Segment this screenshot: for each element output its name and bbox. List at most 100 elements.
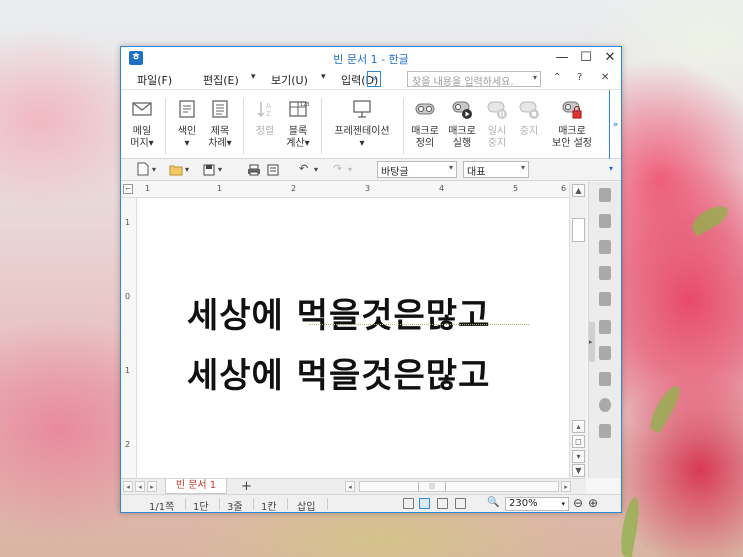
panel-chat-icon[interactable] [599, 398, 611, 412]
page-width-icon[interactable] [455, 498, 466, 509]
tab-document-1[interactable]: 빈 문서 1 [165, 479, 227, 494]
ruler-corner-icon[interactable]: ⌐ [123, 184, 133, 194]
svg-text:Z: Z [266, 110, 271, 118]
vertical-scrollbar[interactable]: ▲ ▴ ◻ ▾ ▼ [569, 182, 586, 478]
search-input[interactable]: 찾을 내용을 입력하세요. ▾ [407, 71, 541, 88]
panel-bag-icon[interactable] [599, 292, 611, 306]
print-preview-icon[interactable] [267, 164, 279, 176]
scroll-down-icon[interactable]: ▼ [572, 464, 585, 477]
index-label-2: ▾ [184, 138, 190, 149]
new-document-dropdown-icon[interactable]: ▾ [152, 165, 156, 174]
fit-page-icon[interactable] [403, 498, 414, 509]
menu-edit[interactable]: 편집(E) [203, 72, 239, 88]
document-page[interactable] [141, 204, 566, 478]
toc-button[interactable]: 제목 차례▾ [205, 98, 235, 150]
font-dropdown-icon[interactable]: ▾ [521, 163, 525, 172]
ruler-mark: 2 [125, 440, 131, 449]
ruler-mark: 0 [125, 292, 131, 301]
panel-list-icon[interactable] [599, 214, 611, 228]
vertical-ruler[interactable]: 1 0 1 2 [121, 198, 137, 478]
undo-icon[interactable]: ↶ [299, 162, 308, 175]
panel-clip-icon[interactable] [599, 424, 611, 438]
panel-text-icon[interactable] [599, 346, 611, 360]
macro-stop-button[interactable]: 중지 [515, 98, 543, 138]
menu-view-dropdown-icon[interactable]: ▾ [321, 72, 326, 82]
help-icon[interactable]: ? [577, 72, 582, 83]
horizontal-ruler[interactable]: ⌐ 1 1 2 3 4 5 6 [121, 182, 586, 198]
status-insert-mode[interactable]: 삽입 [297, 498, 315, 513]
panel-play-icon[interactable] [599, 320, 611, 334]
ribbon-collapse-icon[interactable]: ⌃ [553, 72, 561, 83]
save-icon[interactable] [203, 164, 215, 176]
next-page-icon[interactable]: ▾ [572, 450, 585, 463]
scroll-up-icon[interactable]: ▲ [572, 184, 585, 197]
scroll-thumb[interactable] [572, 218, 585, 242]
sort-button[interactable]: AZ 정렬 [251, 98, 279, 138]
save-dropdown-icon[interactable]: ▾ [218, 165, 222, 174]
single-page-view-icon[interactable] [419, 498, 430, 509]
minimize-button[interactable]: — [551, 49, 573, 67]
maximize-button[interactable]: ☐ [575, 49, 597, 67]
hscroll-left-icon[interactable]: ◂ [345, 481, 355, 492]
add-tab-button[interactable]: + [241, 479, 252, 494]
print-icon[interactable] [247, 164, 261, 176]
menu-view[interactable]: 보기(U) [271, 72, 308, 88]
menu-more-button[interactable]: » [367, 71, 381, 87]
status-page[interactable]: 1/1쪽 [149, 498, 174, 513]
open-folder-icon[interactable] [169, 164, 183, 176]
redo-dropdown-icon[interactable]: ▾ [348, 165, 352, 174]
panel-flash-icon[interactable] [599, 240, 611, 254]
hscroll-right-icon[interactable]: ▸ [561, 481, 571, 492]
panel-document-icon[interactable] [599, 188, 611, 202]
ruler-mark: 1 [125, 366, 131, 375]
style-dropdown-icon[interactable]: ▾ [449, 163, 453, 172]
macro-run-button[interactable]: 매크로 실행 [445, 98, 479, 150]
zoom-search-icon[interactable]: 🔍 [487, 497, 499, 508]
open-dropdown-icon[interactable]: ▾ [185, 165, 189, 174]
panel-book-icon[interactable] [599, 372, 611, 386]
zoom-out-icon[interactable]: ⊖ [573, 496, 583, 510]
prev-page-icon[interactable]: ▴ [572, 420, 585, 433]
block-calc-button[interactable]: 123 블록 계산▾ [283, 98, 313, 150]
toolbar-options-icon[interactable]: ▾ [609, 164, 613, 173]
undo-dropdown-icon[interactable]: ▾ [314, 165, 318, 174]
panel-page-icon[interactable] [599, 266, 611, 280]
tab-next-icon[interactable]: ▸ [147, 481, 157, 492]
title-bar[interactable]: ㅎ 빈 문서 1 - 한글 — ☐ ✕ [121, 47, 621, 69]
presentation-button[interactable]: 프레젠테이션 ▾ [327, 98, 397, 150]
hscroll-thumb[interactable]: ||| [418, 482, 446, 491]
redo-icon[interactable]: ↷ [333, 162, 342, 175]
ribbon-expand-toggle[interactable]: » [609, 90, 621, 160]
zoom-in-icon[interactable]: ⊕ [588, 496, 598, 510]
macro-pause-button[interactable]: 일시 중지 [483, 98, 511, 150]
menu-file[interactable]: 파일(F) [137, 72, 172, 88]
macro-security-button[interactable]: 매크로 보안 설정 [547, 98, 597, 150]
two-page-view-icon[interactable] [437, 498, 448, 509]
ribbon-divider [165, 98, 166, 154]
document-close-icon[interactable]: ✕ [601, 72, 609, 83]
tab-first-icon[interactable]: ◂ [123, 481, 133, 492]
document-text-line[interactable]: 세상에 먹을것은많고 [187, 348, 490, 397]
document-text-line[interactable]: 세상에 먹을것은많고 [187, 288, 490, 337]
panel-collapse-icon[interactable]: ▸ [589, 322, 595, 362]
search-dropdown-icon[interactable]: ▾ [533, 73, 537, 82]
horizontal-scrollbar[interactable]: ||| [359, 481, 559, 492]
close-button[interactable]: ✕ [599, 49, 621, 67]
mail-merge-button[interactable]: 메일 머지▾ [127, 98, 157, 150]
status-divider [185, 498, 186, 510]
style-select[interactable]: 바탕글 ▾ [377, 161, 457, 178]
font-select[interactable]: 대표 ▾ [463, 161, 529, 178]
font-value: 대표 [467, 167, 486, 178]
macro-define-button[interactable]: 매크로 정의 [409, 98, 441, 150]
zoom-dropdown-icon[interactable]: ▾ [561, 498, 565, 510]
menu-edit-dropdown-icon[interactable]: ▾ [251, 72, 256, 82]
tab-prev-icon[interactable]: ◂ [135, 481, 145, 492]
new-document-icon[interactable] [137, 162, 149, 176]
index-button[interactable]: 색인 ▾ [173, 98, 201, 150]
ribbon-divider [321, 98, 322, 154]
status-section: 1단 [193, 502, 209, 513]
zoom-select[interactable]: 230% ▾ [505, 497, 569, 511]
macro-pause-label-2: 중지 [487, 138, 507, 149]
page-select-icon[interactable]: ◻ [572, 435, 585, 448]
document-area[interactable]: ⌐ 1 1 2 3 4 5 6 1 0 1 2 세상에 먹을것은많고 세상에 먹… [121, 182, 586, 478]
